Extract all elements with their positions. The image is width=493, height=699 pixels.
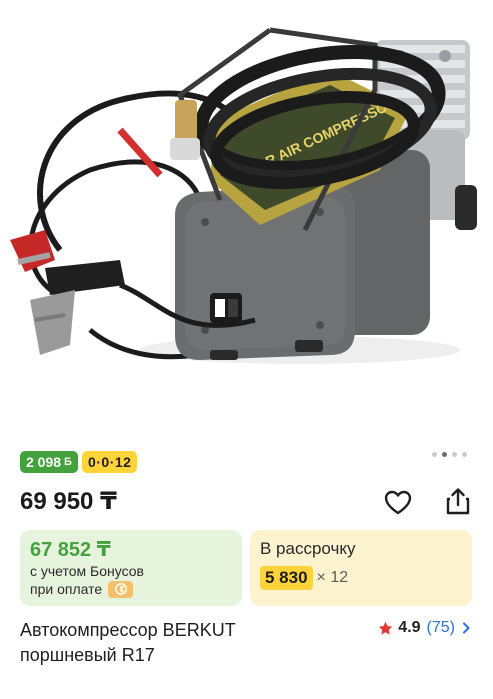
product-title: Автокомпрессор BERKUT поршневый R17 (20, 620, 236, 665)
price-row: 69 950 ₸ (20, 487, 473, 517)
bonus-price-amount: 67 852 ₸ (30, 539, 111, 561)
offer-cards: 67 852 ₸ с учетом Бонусов при оплате В р… (20, 530, 472, 606)
bonus-price-caption: с учетом Бонусов (30, 563, 144, 579)
installment-badge: 0·0·12 (81, 451, 138, 473)
installment-term: × 12 (316, 569, 349, 586)
installment-card[interactable]: В рассрочку 5 830 × 12 (250, 530, 472, 606)
gallery-dot[interactable] (452, 452, 457, 457)
promo-badges: 2 098 Б 0·0·12 (20, 451, 138, 473)
installment-title: В рассрочку (260, 539, 356, 558)
share-button[interactable] (443, 486, 473, 516)
installment-row: 5 830 × 12 (260, 566, 462, 590)
bonus-badge: 2 098 Б (20, 451, 78, 473)
rating-link[interactable]: 4.9 (75) (377, 619, 473, 637)
bonus-badge-amount: 2 098 (26, 454, 62, 470)
bonus-pay-row: при оплате (30, 580, 232, 598)
favorite-button[interactable] (383, 488, 413, 518)
product-title-row: Автокомпрессор BERKUT поршневый R17 4.9 … (20, 618, 473, 668)
compressor-illustration: CAR AIR COMPRESSOR (10, 27, 477, 364)
chevron-right-icon (463, 622, 470, 634)
installment-monthly-amount: 5 830 (260, 566, 313, 590)
heart-icon (384, 490, 412, 515)
bonus-symbol: Б (64, 455, 72, 468)
kaspi-mark-icon (114, 583, 127, 595)
bonus-pay-caption: при оплате (30, 581, 103, 597)
bonus-price-card[interactable]: 67 852 ₸ с учетом Бонусов при оплате (20, 530, 242, 606)
gallery-indicator (432, 452, 467, 457)
gallery-dot[interactable] (432, 452, 437, 457)
star-icon (379, 621, 393, 635)
review-count: (75) (426, 619, 455, 636)
share-icon (446, 488, 470, 515)
rating-score: 4.9 (398, 619, 421, 636)
kaspi-logo-icon (108, 580, 134, 598)
product-image[interactable]: CAR AIR COMPRESSOR (0, 0, 493, 440)
gallery-dot-active[interactable] (442, 452, 447, 457)
gallery-dot[interactable] (462, 452, 467, 457)
